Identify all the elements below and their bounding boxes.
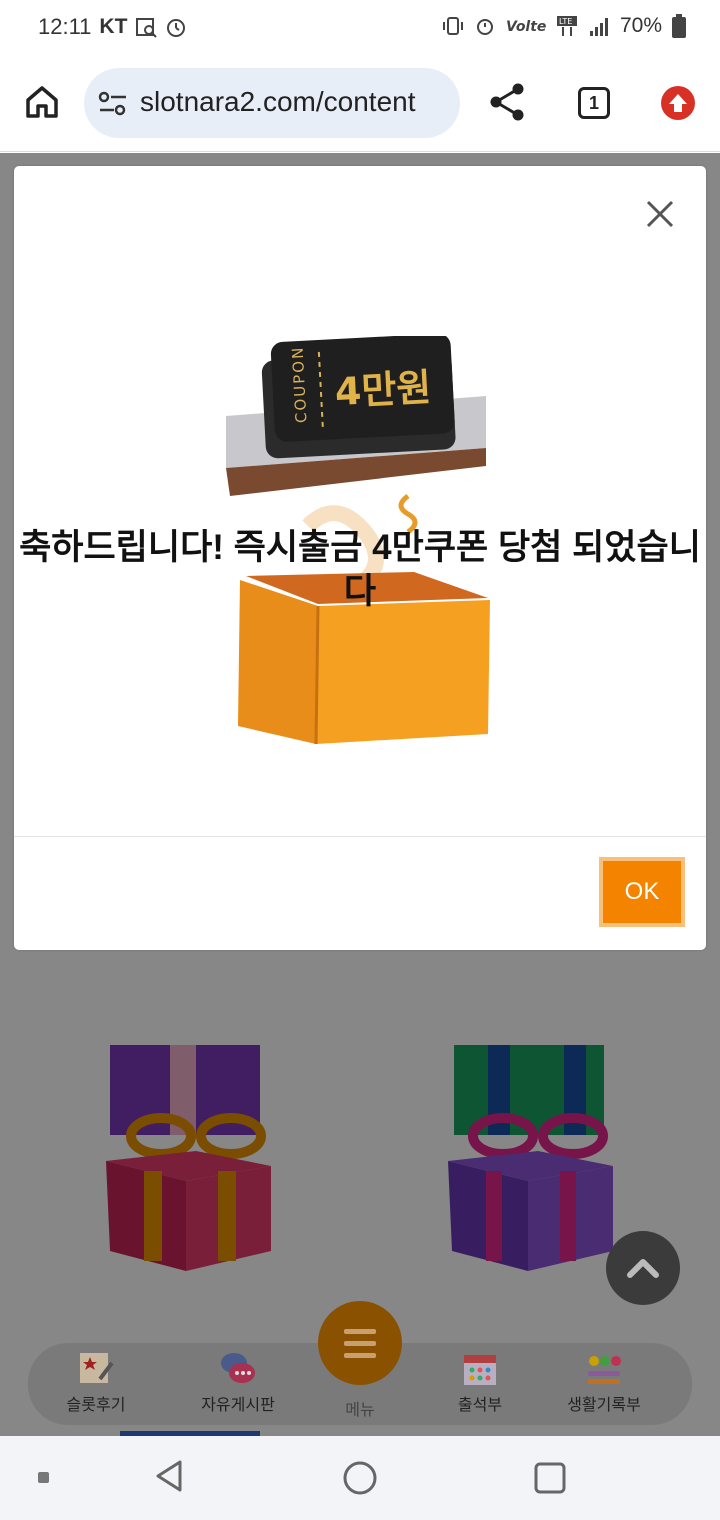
svg-text:Volte: Volte (506, 19, 546, 35)
nav-item-label: 슬롯후기 (66, 1397, 126, 1414)
chevron-up-icon (627, 1259, 659, 1278)
ok-button[interactable]: OK (599, 857, 685, 927)
nav-item-board[interactable]: 자유게시판 (178, 1343, 298, 1425)
nav-item-attendance[interactable]: 출석부 (420, 1343, 540, 1425)
nav-item-label: 자유게시판 (201, 1397, 275, 1414)
home-icon[interactable] (22, 82, 62, 122)
home-nav-icon[interactable] (340, 1458, 380, 1498)
recents-icon[interactable] (530, 1458, 570, 1498)
back-icon[interactable] (150, 1456, 190, 1496)
dot-icon (38, 1472, 49, 1483)
vibrate-icon (442, 17, 463, 35)
lte-icon: LTE (556, 16, 577, 36)
browser-toolbar: slotnara2.com/content 1 (0, 56, 720, 152)
nav-item-label: 생활기록부 (567, 1397, 641, 1414)
alarm-icon (476, 19, 493, 35)
volte-icon: Volte (506, 19, 546, 35)
menu-button[interactable] (318, 1301, 402, 1385)
menu-icon (344, 1329, 376, 1358)
close-icon[interactable] (642, 196, 678, 232)
nav-item-label: 출석부 (457, 1397, 503, 1414)
scroll-top-button[interactable] (606, 1231, 680, 1305)
nav-item-review[interactable]: 슬롯후기 (36, 1343, 156, 1425)
alarm-icon (167, 19, 186, 37)
status-bar: 12:11 KT Volte LTE 70% (0, 0, 720, 56)
signal-icon (589, 18, 608, 36)
nav-item-life-record[interactable]: 생활기록부 (544, 1343, 664, 1425)
tab-switcher-button[interactable]: 1 (578, 87, 610, 119)
update-icon[interactable] (661, 86, 695, 120)
address-bar[interactable]: slotnara2.com/content (84, 68, 460, 138)
modal-divider (14, 836, 706, 837)
battery-icon (672, 14, 686, 38)
system-navigation-bar (0, 1436, 720, 1520)
calendar-icon (464, 1355, 496, 1385)
svg-text:LTE: LTE (559, 17, 572, 26)
coupon-value: 4만원 (334, 365, 433, 414)
url-text: slotnara2.com/content (140, 86, 416, 117)
gallery-search-icon (136, 18, 158, 38)
carrier-name: KT (99, 15, 128, 38)
share-icon[interactable] (488, 82, 526, 122)
emoji-icon (588, 1356, 621, 1384)
chat-icon (221, 1353, 255, 1383)
coupon-modal: COUPON 4만원 축하드립니다! 즉시출금 4만쿠폰 당첨 되었습니다 OK (14, 166, 706, 950)
menu-label: 메뉴 (345, 1402, 375, 1419)
review-icon (80, 1353, 114, 1383)
site-settings-icon[interactable] (98, 90, 128, 118)
congrats-message: 축하드립니다! 즉시출금 4만쿠폰 당첨 되었습니다 (19, 528, 701, 611)
clock: 12:11 (38, 14, 92, 39)
battery-percent: 70% (619, 14, 662, 37)
